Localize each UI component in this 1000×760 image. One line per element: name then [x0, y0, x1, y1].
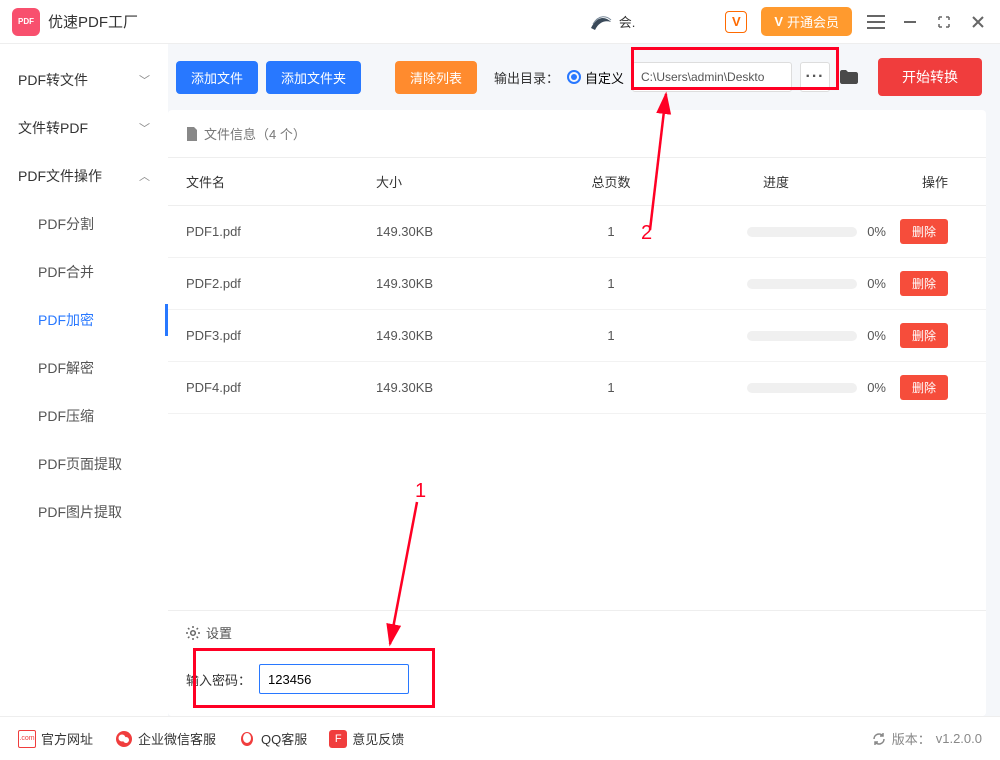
cell-pages: 1 [556, 380, 666, 395]
output-mode-radio[interactable]: 自定义 [567, 68, 624, 87]
delete-button[interactable]: 删除 [900, 219, 948, 244]
sidebar-item-extract-images[interactable]: PDF图片提取 [0, 488, 168, 536]
delete-button[interactable]: 删除 [900, 271, 948, 296]
file-info-header: 文件信息（4 个） [168, 110, 986, 158]
cell-name: PDF1.pdf [186, 224, 376, 239]
footer-version: 版本： v1.2.0.0 [871, 729, 982, 748]
sidebar: PDF转文件﹀ 文件转PDF﹀ PDF文件操作︿ PDF分割 PDF合并 PDF… [0, 44, 168, 716]
app-logo-icon: PDF [12, 8, 40, 36]
radio-checked-icon [567, 70, 581, 84]
cell-progress: 0% [666, 328, 886, 343]
menu-icon[interactable] [866, 12, 886, 32]
content-area: 添加文件 添加文件夹 清除列表 输出目录： 自定义 ··· 开始转换 文件信息（… [168, 44, 1000, 716]
progress-bar [747, 279, 857, 289]
cell-name: PDF3.pdf [186, 328, 376, 343]
globe-icon: .com [18, 730, 36, 748]
minimize-button[interactable] [900, 12, 920, 32]
gear-icon [186, 626, 200, 640]
delete-button[interactable]: 删除 [900, 375, 948, 400]
cell-size: 149.30KB [376, 328, 556, 343]
cell-progress: 0% [666, 224, 886, 239]
cell-progress: 0% [666, 276, 886, 291]
cell-size: 149.30KB [376, 380, 556, 395]
cell-size: 149.30KB [376, 224, 556, 239]
table-row: PDF4.pdf149.30KB10% 删除 [168, 362, 986, 414]
sidebar-item-merge[interactable]: PDF合并 [0, 248, 168, 296]
col-name: 文件名 [186, 172, 376, 191]
sidebar-item-compress[interactable]: PDF压缩 [0, 392, 168, 440]
settings-header: 设置 [168, 611, 986, 654]
open-vip-button[interactable]: V 开通会员 [761, 7, 852, 36]
cell-name: PDF4.pdf [186, 380, 376, 395]
titlebar-user-hint[interactable]: 会. [589, 12, 636, 32]
sidebar-group-pdf-to-file[interactable]: PDF转文件﹀ [0, 56, 168, 104]
sidebar-item-split[interactable]: PDF分割 [0, 200, 168, 248]
wechat-icon [115, 730, 133, 748]
cell-name: PDF2.pdf [186, 276, 376, 291]
col-action: 操作 [886, 172, 968, 191]
app-title: 优速PDF工厂 [48, 11, 138, 32]
col-pages: 总页数 [556, 172, 666, 191]
qq-icon [238, 730, 256, 748]
table-row: PDF3.pdf149.30KB10% 删除 [168, 310, 986, 362]
cell-pages: 1 [556, 276, 666, 291]
sidebar-item-extract-pages[interactable]: PDF页面提取 [0, 440, 168, 488]
open-folder-icon[interactable] [838, 66, 860, 88]
password-input[interactable] [259, 664, 409, 694]
footer-qq-support[interactable]: QQ客服 [238, 729, 307, 748]
close-button[interactable] [968, 12, 988, 32]
refresh-icon[interactable] [871, 731, 887, 747]
output-dir-label: 输出目录： [494, 68, 559, 87]
title-bar: PDF 优速PDF工厂 会. V V 开通会员 [0, 0, 1000, 44]
feedback-icon: F [329, 730, 347, 748]
output-path-input[interactable] [632, 62, 792, 92]
progress-bar [747, 331, 857, 341]
add-file-button[interactable]: 添加文件 [176, 61, 258, 94]
file-panel: 文件信息（4 个） 文件名 大小 总页数 进度 操作 PDF1.pdf149.3… [168, 110, 986, 716]
clear-list-button[interactable]: 清除列表 [395, 61, 477, 94]
toolbar: 添加文件 添加文件夹 清除列表 输出目录： 自定义 ··· 开始转换 [168, 58, 986, 110]
footer-official-site[interactable]: .com 官方网址 [18, 729, 93, 748]
sidebar-item-encrypt[interactable]: PDF加密 [0, 296, 168, 344]
progress-bar [747, 227, 857, 237]
delete-button[interactable]: 删除 [900, 323, 948, 348]
file-icon [186, 127, 198, 141]
swoosh-icon [589, 12, 613, 32]
col-progress: 进度 [666, 172, 886, 191]
sidebar-group-pdf-ops[interactable]: PDF文件操作︿ [0, 152, 168, 200]
start-convert-button[interactable]: 开始转换 [878, 58, 982, 96]
add-folder-button[interactable]: 添加文件夹 [266, 61, 361, 94]
maximize-button[interactable] [934, 12, 954, 32]
footer: .com 官方网址 企业微信客服 QQ客服 F 意见反馈 版本： v1.2.0.… [0, 716, 1000, 760]
footer-feedback[interactable]: F 意见反馈 [329, 729, 404, 748]
vip-badge-icon[interactable]: V [725, 11, 747, 33]
footer-wechat-support[interactable]: 企业微信客服 [115, 729, 216, 748]
chevron-down-icon: ﹀ [139, 72, 150, 88]
cell-progress: 0% [666, 380, 886, 395]
chevron-up-icon: ︿ [139, 168, 150, 184]
cell-pages: 1 [556, 328, 666, 343]
password-label: 输入密码： [186, 670, 251, 689]
sidebar-group-file-to-pdf[interactable]: 文件转PDF﹀ [0, 104, 168, 152]
sidebar-item-decrypt[interactable]: PDF解密 [0, 344, 168, 392]
table-row: PDF2.pdf149.30KB10% 删除 [168, 258, 986, 310]
col-size: 大小 [376, 172, 556, 191]
progress-bar [747, 383, 857, 393]
cell-size: 149.30KB [376, 276, 556, 291]
cell-pages: 1 [556, 224, 666, 239]
chevron-down-icon: ﹀ [139, 120, 150, 136]
vip-icon: V [774, 14, 783, 29]
browse-path-button[interactable]: ··· [800, 62, 830, 92]
table-row: PDF1.pdf149.30KB10% 删除 [168, 206, 986, 258]
table-header-row: 文件名 大小 总页数 进度 操作 [168, 158, 986, 206]
settings-panel: 设置 输入密码： [168, 610, 986, 716]
